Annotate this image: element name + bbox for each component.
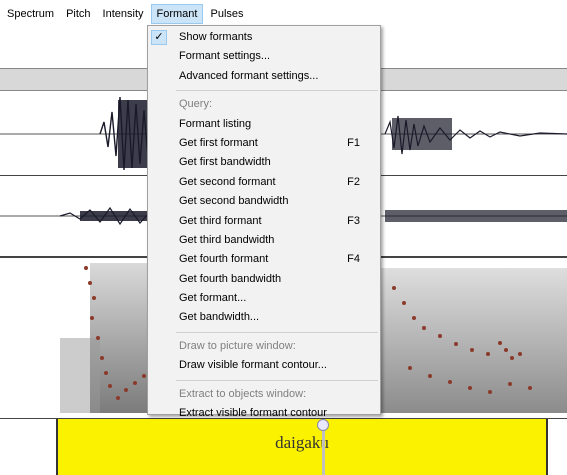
menu-item-shortcut: F2	[347, 175, 360, 188]
menu-item-label: Get third formant	[179, 214, 262, 227]
menu-header-extract: Extract to objects window:	[179, 387, 307, 400]
menu-item-formant-listing[interactable]: Formant listing	[148, 115, 380, 134]
tier-interval-label[interactable]: daigaku	[58, 433, 546, 453]
menu-pulses[interactable]: Pulses	[205, 4, 248, 24]
menu-item-get-second-bandwidth[interactable]: Get second bandwidth	[148, 192, 380, 211]
menu-intensity[interactable]: Intensity	[98, 4, 149, 24]
menu-item-get-first-formant[interactable]: Get first formant F1	[148, 134, 380, 153]
menu-formant[interactable]: Formant	[150, 3, 204, 24]
menu-bar: Spectrum Pitch Intensity Formant Pulses	[0, 0, 567, 27]
menu-item-label: Show formants	[179, 31, 253, 43]
menu-item-label: Get second formant	[179, 175, 276, 188]
menu-separator	[176, 331, 378, 333]
menu-item-shortcut: F3	[347, 214, 360, 227]
menu-header-draw: Draw to picture window:	[179, 339, 296, 352]
menu-pitch[interactable]: Pitch	[61, 4, 95, 24]
menu-item-show-formants[interactable]: ✓ Show formants	[148, 28, 380, 47]
menu-item-get-second-formant[interactable]: Get second formant F2	[148, 173, 380, 192]
menu-separator	[176, 90, 378, 92]
menu-item-formant-settings[interactable]: Formant settings...	[148, 47, 380, 66]
menu-separator	[176, 379, 378, 381]
menu-item-draw-visible-formant-contour[interactable]: Draw visible formant contour...	[148, 356, 380, 375]
menu-item-label: Get fourth formant	[179, 253, 269, 266]
menu-item-get-fourth-formant[interactable]: Get fourth formant F4	[148, 250, 380, 269]
menu-item-get-third-formant[interactable]: Get third formant F3	[148, 212, 380, 231]
menu-item-get-first-bandwidth[interactable]: Get first bandwidth	[148, 153, 380, 172]
menu-item-shortcut: F1	[347, 136, 360, 149]
menu-item-extract-visible-formant-contour[interactable]: Extract visible formant contour	[148, 404, 380, 423]
menu-spectrum[interactable]: Spectrum	[2, 4, 59, 24]
menu-header-query: Query:	[179, 98, 213, 111]
menu-item-get-fourth-bandwidth[interactable]: Get fourth bandwidth	[148, 270, 380, 289]
menu-item-shortcut: F4	[347, 253, 360, 266]
menu-item-label: Get first formant	[179, 136, 258, 149]
checkmark-icon: ✓	[151, 30, 167, 45]
formant-dropdown-menu: ✓ Show formants Formant settings... Adva…	[147, 25, 381, 419]
text-grid-tier[interactable]: daigaku	[56, 419, 548, 475]
menu-item-get-bandwidth[interactable]: Get bandwidth...	[148, 308, 380, 327]
menu-item-get-formant[interactable]: Get formant...	[148, 289, 380, 308]
menu-item-get-third-bandwidth[interactable]: Get third bandwidth	[148, 231, 380, 250]
menu-item-advanced-formant-settings[interactable]: Advanced formant settings...	[148, 67, 380, 86]
